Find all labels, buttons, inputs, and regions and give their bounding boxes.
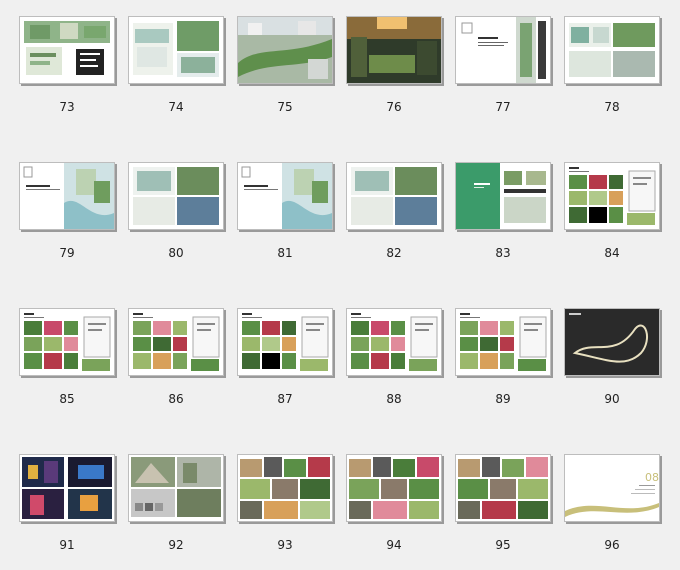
page-preview-image[interactable] xyxy=(346,16,442,84)
page-number-label: 80 xyxy=(168,246,184,260)
page-number-label: 93 xyxy=(277,538,293,552)
page-preview-art xyxy=(456,163,546,229)
page-thumbnail-81[interactable]: 81 xyxy=(237,162,335,278)
page-thumbnail-84[interactable]: 84 xyxy=(564,162,662,278)
page-preview-image[interactable]: 08 xyxy=(564,454,660,522)
page-number-label: 83 xyxy=(495,246,511,260)
page-number-label: 78 xyxy=(604,100,620,114)
page-preview-image[interactable] xyxy=(564,308,660,376)
page-thumbnail-79[interactable]: 79 xyxy=(19,162,117,278)
page-thumbnail-73[interactable]: 73 xyxy=(19,16,117,132)
page-preview-art xyxy=(24,313,111,371)
page-preview-image[interactable] xyxy=(128,454,224,522)
page-preview-art xyxy=(133,21,219,77)
page-number-label: 84 xyxy=(604,246,620,260)
page-thumbnail-88[interactable]: 88 xyxy=(346,308,444,424)
page-preview-art xyxy=(23,163,114,229)
page-preview-art xyxy=(133,313,220,371)
page-preview-art xyxy=(569,167,656,225)
page-number-label: 81 xyxy=(277,246,293,260)
page-thumbnail-95[interactable]: 95 xyxy=(455,454,553,570)
page-preview-image[interactable] xyxy=(19,454,115,522)
page-preview-image[interactable] xyxy=(564,16,660,84)
page-preview-image[interactable] xyxy=(19,162,115,230)
page-number-label: 77 xyxy=(495,100,511,114)
page-thumbnail-91[interactable]: 91 xyxy=(19,454,117,570)
page-preview-image[interactable] xyxy=(455,162,551,230)
page-preview-image[interactable] xyxy=(564,162,660,230)
page-preview-image[interactable] xyxy=(346,454,442,522)
page-preview-art xyxy=(133,167,219,225)
page-preview-art xyxy=(24,21,110,75)
page-number-label: 90 xyxy=(604,392,620,406)
page-number-label: 74 xyxy=(168,100,184,114)
page-thumbnail-77[interactable]: 77 xyxy=(455,16,553,132)
page-preview-image[interactable] xyxy=(455,308,551,376)
page-thumbnail-80[interactable]: 80 xyxy=(128,162,226,278)
page-preview-art: 08 xyxy=(565,471,659,517)
page-preview-image[interactable] xyxy=(237,16,333,84)
page-number-label: 82 xyxy=(386,246,402,260)
page-preview-image[interactable] xyxy=(455,454,551,522)
page-preview-art xyxy=(460,313,547,371)
page-preview-art xyxy=(565,309,659,375)
page-thumbnail-85[interactable]: 85 xyxy=(19,308,117,424)
page-preview-art xyxy=(349,457,439,519)
page-preview-image[interactable] xyxy=(19,308,115,376)
page-preview-art xyxy=(238,17,332,83)
page-thumbnail-90[interactable]: 90 xyxy=(564,308,662,424)
page-preview-image[interactable] xyxy=(237,162,333,230)
page-number-label: 73 xyxy=(59,100,75,114)
page-preview-art xyxy=(241,163,332,229)
page-thumbnail-83[interactable]: 83 xyxy=(455,162,553,278)
page-thumbnail-93[interactable]: 93 xyxy=(237,454,335,570)
page-preview-image[interactable] xyxy=(128,308,224,376)
page-thumbnail-94[interactable]: 94 xyxy=(346,454,444,570)
page-preview-art xyxy=(569,23,655,77)
page-preview-image[interactable] xyxy=(237,308,333,376)
page-thumbnail-82[interactable]: 82 xyxy=(346,162,444,278)
page-preview-art xyxy=(22,457,112,519)
thumbnail-grid: 73 74 75 76 77 78 79 80 81 82 83 84 85 86 87 88 89 90 91 92… xyxy=(0,0,680,561)
page-number-label: 87 xyxy=(277,392,293,406)
page-thumbnail-76[interactable]: 76 xyxy=(346,16,444,132)
page-number-label: 96 xyxy=(604,538,620,552)
page-thumbnail-96[interactable]: 08 96 xyxy=(564,454,662,570)
page-number-label: 89 xyxy=(495,392,511,406)
page-thumbnail-86[interactable]: 86 xyxy=(128,308,226,424)
page-preview-art xyxy=(351,167,437,225)
page-number-label: 85 xyxy=(59,392,75,406)
page-preview-art xyxy=(458,457,548,519)
page-preview-image[interactable] xyxy=(237,454,333,522)
page-preview-art xyxy=(351,313,438,371)
page-preview-image[interactable] xyxy=(128,162,224,230)
page-number-label: 91 xyxy=(59,538,75,552)
page-thumbnail-92[interactable]: 92 xyxy=(128,454,226,570)
page-thumbnail-78[interactable]: 78 xyxy=(564,16,662,132)
page-preview-image[interactable] xyxy=(128,16,224,84)
page-preview-image[interactable] xyxy=(455,16,551,84)
page-preview-art xyxy=(131,457,221,517)
page-preview-image[interactable] xyxy=(346,308,442,376)
page-number-label: 95 xyxy=(495,538,511,552)
page-number-label: 92 xyxy=(168,538,184,552)
page-preview-image[interactable] xyxy=(346,162,442,230)
page-thumbnail-89[interactable]: 89 xyxy=(455,308,553,424)
page-preview-image[interactable] xyxy=(19,16,115,84)
page-number-label: 94 xyxy=(386,538,402,552)
page-preview-art xyxy=(347,17,441,83)
page-thumbnail-75[interactable]: 75 xyxy=(237,16,335,132)
page-number-label: 86 xyxy=(168,392,184,406)
page-thumbnail-87[interactable]: 87 xyxy=(237,308,335,424)
page-thumbnail-74[interactable]: 74 xyxy=(128,16,226,132)
page-number-label: 76 xyxy=(386,100,402,114)
chapter-number: 08 xyxy=(645,471,659,484)
page-number-label: 79 xyxy=(59,246,75,260)
page-preview-art xyxy=(461,17,546,83)
page-preview-art xyxy=(240,457,330,519)
page-number-label: 75 xyxy=(277,100,293,114)
page-number-label: 88 xyxy=(386,392,402,406)
page-preview-art xyxy=(242,313,329,371)
